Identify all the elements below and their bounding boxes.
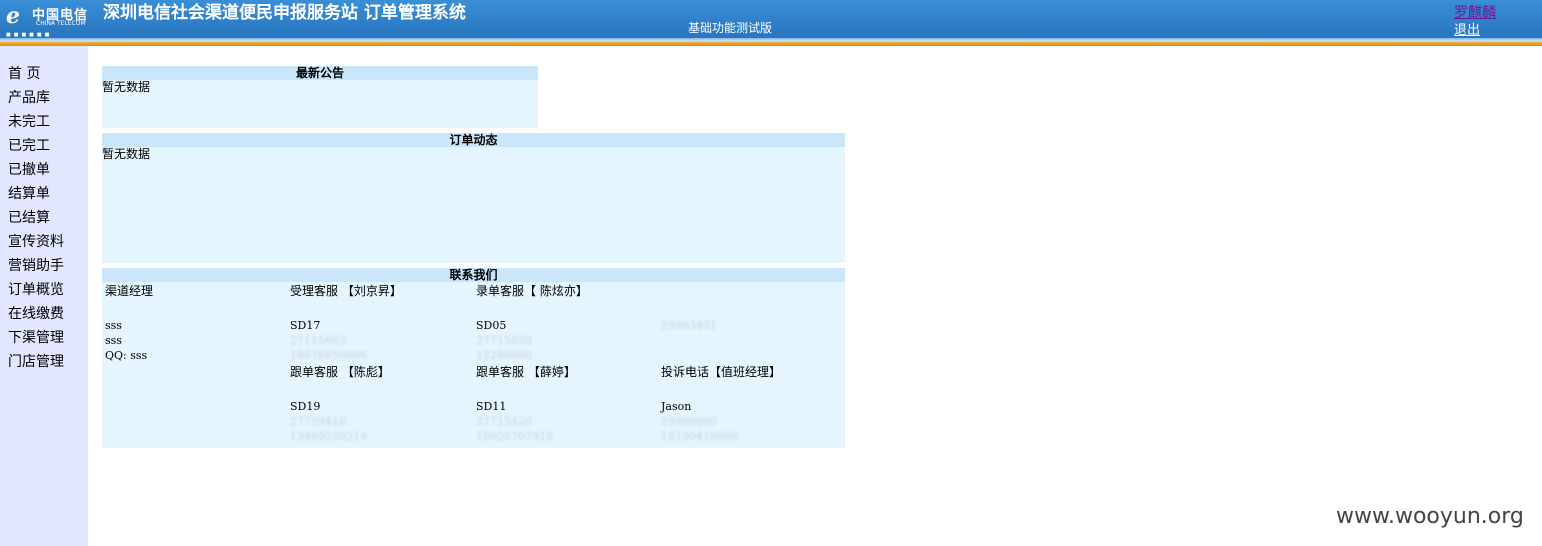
acceptance-service-label: 受理客服 【刘京昇】 — [290, 284, 402, 298]
follow-service-2-phone: 27715420 — [476, 415, 532, 428]
entry-service-mobile: 15280000 — [476, 349, 532, 362]
sidebar-item-home[interactable]: 首 页 — [8, 64, 64, 88]
china-telecom-logo: ℯ 中国电信 CHINA TELECOM ■■■■■■ — [6, 2, 88, 38]
sidebar-item-sub-channel[interactable]: 下渠管理 — [8, 328, 64, 352]
logout-link[interactable]: 退出 — [1454, 19, 1480, 38]
logo-en-text: CHINA TELECOM — [36, 20, 86, 27]
complaint-block: 投诉电话【值班经理】 Jason 29900000 18130418888 — [661, 365, 781, 444]
acceptance-service-phone: 27115663 — [290, 334, 346, 347]
telecom-swirl-icon: ℯ — [6, 4, 20, 29]
channel-manager-qq: QQ: sss — [105, 349, 148, 362]
follow-service-1-mobile: 13469550219 — [290, 430, 367, 443]
sidebar-item-settlement-sheet[interactable]: 结算单 — [8, 184, 64, 208]
follow-service-1-label: 跟单客服 【陈彪】 — [290, 365, 390, 379]
watermark: www.wooyun.org — [1336, 504, 1524, 529]
follow-service-1-block: 跟单客服 【陈彪】 SD19 27759410 13469550219 — [290, 365, 390, 444]
header-divider — [0, 38, 1542, 46]
follow-service-2-mobile: 18920707915 — [476, 430, 553, 443]
entry-extra-block: 29963401 — [661, 318, 717, 333]
sidebar: 首 页 产品库 未完工 已完工 已撤单 结算单 已结算 宣传资料 营销助手 订单… — [0, 46, 88, 546]
entry-extra-phone: 29963401 — [661, 319, 717, 332]
acceptance-service-block: 受理客服 【刘京昇】 SD17 27115663 18676650606 — [290, 284, 402, 363]
entry-service-block: 录单客服【 陈炫亦】 SD05 27715850 15280000 — [476, 284, 588, 363]
entry-service-id: SD05 — [476, 319, 507, 332]
sidebar-item-order-overview[interactable]: 订单概览 — [8, 280, 64, 304]
complaint-phone: 29900000 — [661, 415, 717, 428]
announcements-panel: 最新公告 暂无数据 — [102, 66, 538, 128]
contact-panel: 联系我们 渠道经理 sss sss QQ: sss 受理客服 【刘京昇】 SD1… — [102, 268, 845, 448]
follow-service-1-id: SD19 — [290, 400, 321, 413]
channel-manager-label: 渠道经理 — [105, 284, 154, 298]
sidebar-item-store-management[interactable]: 门店管理 — [8, 352, 64, 376]
follow-service-2-id: SD11 — [476, 400, 507, 413]
entry-service-label: 录单客服【 陈炫亦】 — [476, 284, 588, 298]
sidebar-item-completed[interactable]: 已完工 — [8, 136, 64, 160]
acceptance-service-id: SD17 — [290, 319, 321, 332]
complaint-label: 投诉电话【值班经理】 — [661, 365, 782, 379]
order-updates-panel: 订单动态 暂无数据 — [102, 133, 845, 263]
sidebar-item-online-payment[interactable]: 在线缴费 — [8, 304, 64, 328]
acceptance-service-mobile: 18676650606 — [290, 349, 367, 362]
order-updates-empty: 暂无数据 — [102, 147, 151, 161]
complaint-mobile: 18130418888 — [661, 430, 738, 443]
sidebar-item-cancelled[interactable]: 已撤单 — [8, 160, 64, 184]
announcements-empty: 暂无数据 — [102, 80, 151, 94]
sidebar-nav: 首 页 产品库 未完工 已完工 已撤单 结算单 已结算 宣传资料 营销助手 订单… — [8, 64, 64, 376]
sidebar-item-product-library[interactable]: 产品库 — [8, 88, 64, 112]
follow-service-2-label: 跟单客服 【薛婷】 — [476, 365, 576, 379]
channel-manager-line2: sss — [105, 334, 122, 347]
channel-manager-line1: sss — [105, 319, 122, 332]
sidebar-item-incomplete[interactable]: 未完工 — [8, 112, 64, 136]
page-title: 深圳电信社会渠道便民申报服务站 订单管理系统 — [103, 3, 466, 23]
channel-manager-block: 渠道经理 sss sss QQ: sss — [105, 284, 153, 363]
top-header: ℯ 中国电信 CHINA TELECOM ■■■■■■ 深圳电信社会渠道便民申报… — [0, 0, 1542, 46]
contact-title: 联系我们 — [102, 268, 845, 282]
sidebar-item-promo-materials[interactable]: 宣传资料 — [8, 232, 64, 256]
sidebar-item-marketing-assistant[interactable]: 营销助手 — [8, 256, 64, 280]
page-subtitle: 基础功能测试版 — [688, 21, 773, 35]
entry-service-phone: 27715850 — [476, 334, 532, 347]
announcements-title: 最新公告 — [102, 66, 538, 80]
sidebar-item-settled[interactable]: 已结算 — [8, 208, 64, 232]
order-updates-title: 订单动态 — [102, 133, 845, 147]
follow-service-1-phone: 27759410 — [290, 415, 346, 428]
follow-service-2-block: 跟单客服 【薛婷】 SD11 27715420 18920707915 — [476, 365, 576, 444]
complaint-contact-name: Jason — [661, 400, 692, 413]
